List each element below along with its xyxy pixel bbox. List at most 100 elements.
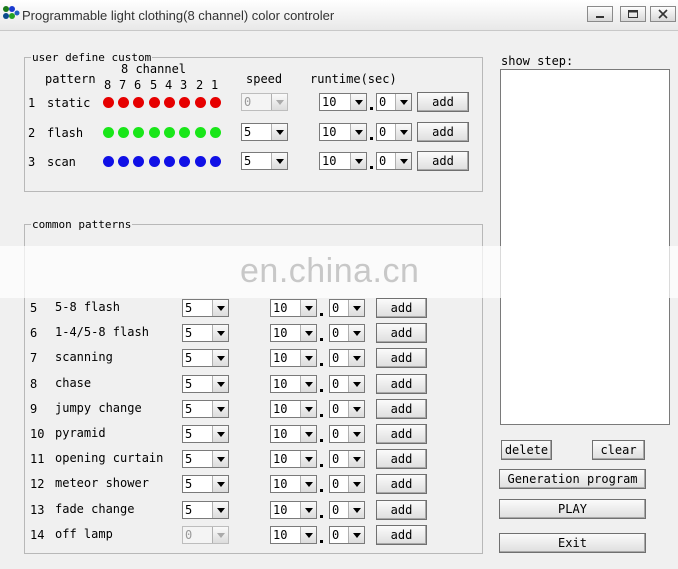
chevron-down-icon[interactable] [395, 94, 411, 110]
play-button[interactable]: PLAY [499, 499, 646, 519]
runtime-select[interactable]: 10 [319, 93, 367, 111]
runtime-decimal-select[interactable]: 0 [376, 93, 412, 111]
chevron-down-icon[interactable] [212, 451, 228, 467]
chevron-down-icon[interactable] [348, 527, 364, 543]
channel-led-toggle[interactable] [133, 97, 144, 108]
channel-led-toggle[interactable] [210, 156, 221, 167]
channel-led-toggle[interactable] [164, 97, 175, 108]
chevron-down-icon[interactable] [350, 94, 366, 110]
speed-select[interactable]: 5 [182, 501, 229, 519]
runtime-select[interactable]: 10 [270, 450, 317, 468]
chevron-down-icon[interactable] [271, 94, 287, 110]
runtime-select[interactable]: 10 [270, 425, 317, 443]
channel-led-toggle[interactable] [118, 156, 129, 167]
add-button[interactable]: add [376, 474, 427, 494]
add-button[interactable]: add [376, 348, 427, 368]
runtime-select[interactable]: 10 [270, 349, 317, 367]
minimize-button[interactable] [587, 6, 613, 22]
channel-led-toggle[interactable] [179, 156, 190, 167]
speed-select[interactable]: 5 [182, 375, 229, 393]
chevron-down-icon[interactable] [300, 527, 316, 543]
chevron-down-icon[interactable] [212, 426, 228, 442]
runtime-decimal-select[interactable]: 0 [329, 501, 365, 519]
add-button[interactable]: add [376, 449, 427, 469]
speed-select[interactable]: 5 [182, 324, 229, 342]
chevron-down-icon[interactable] [300, 426, 316, 442]
runtime-select[interactable]: 10 [319, 152, 367, 170]
channel-led-toggle[interactable] [118, 97, 129, 108]
speed-select[interactable]: 5 [182, 400, 229, 418]
speed-select[interactable]: 5 [182, 349, 229, 367]
chevron-down-icon[interactable] [348, 350, 364, 366]
chevron-down-icon[interactable] [300, 476, 316, 492]
chevron-down-icon[interactable] [212, 476, 228, 492]
chevron-down-icon[interactable] [300, 451, 316, 467]
delete-button[interactable]: delete [501, 440, 552, 460]
runtime-decimal-select[interactable]: 0 [329, 375, 365, 393]
add-button[interactable]: add [417, 151, 469, 171]
title-bar[interactable]: Programmable light clothing(8 channel) c… [0, 0, 678, 31]
exit-button[interactable]: Exit [499, 533, 646, 553]
chevron-down-icon[interactable] [348, 401, 364, 417]
chevron-down-icon[interactable] [348, 476, 364, 492]
runtime-decimal-select[interactable]: 0 [329, 450, 365, 468]
runtime-decimal-select[interactable]: 0 [376, 123, 412, 141]
runtime-select[interactable]: 10 [270, 501, 317, 519]
channel-led-toggle[interactable] [103, 97, 114, 108]
close-button[interactable] [650, 6, 676, 22]
channel-led-toggle[interactable] [179, 127, 190, 138]
channel-led-toggle[interactable] [103, 156, 114, 167]
runtime-select[interactable]: 10 [270, 400, 317, 418]
chevron-down-icon[interactable] [395, 124, 411, 140]
chevron-down-icon[interactable] [348, 325, 364, 341]
add-button[interactable]: add [376, 374, 427, 394]
channel-led-toggle[interactable] [195, 97, 206, 108]
add-button[interactable]: add [376, 525, 427, 545]
add-button[interactable]: add [417, 122, 469, 142]
chevron-down-icon[interactable] [348, 502, 364, 518]
speed-select[interactable]: 5 [241, 152, 288, 170]
chevron-down-icon[interactable] [348, 376, 364, 392]
chevron-down-icon[interactable] [212, 502, 228, 518]
channel-led-toggle[interactable] [195, 156, 206, 167]
runtime-decimal-select[interactable]: 0 [376, 152, 412, 170]
channel-led-toggle[interactable] [133, 127, 144, 138]
generation-program-button[interactable]: Generation program [499, 469, 646, 489]
chevron-down-icon[interactable] [350, 124, 366, 140]
channel-led-toggle[interactable] [164, 127, 175, 138]
channel-led-toggle[interactable] [179, 97, 190, 108]
channel-led-toggle[interactable] [210, 127, 221, 138]
add-button[interactable]: add [376, 298, 427, 318]
runtime-decimal-select[interactable]: 0 [329, 400, 365, 418]
speed-select[interactable]: 0 [182, 526, 229, 544]
runtime-decimal-select[interactable]: 0 [329, 299, 365, 317]
chevron-down-icon[interactable] [212, 527, 228, 543]
speed-select[interactable]: 5 [182, 450, 229, 468]
chevron-down-icon[interactable] [395, 153, 411, 169]
add-button[interactable]: add [376, 399, 427, 419]
channel-led-toggle[interactable] [210, 97, 221, 108]
chevron-down-icon[interactable] [350, 153, 366, 169]
runtime-decimal-select[interactable]: 0 [329, 475, 365, 493]
chevron-down-icon[interactable] [212, 325, 228, 341]
runtime-select[interactable]: 10 [270, 375, 317, 393]
add-button[interactable]: add [417, 92, 469, 112]
chevron-down-icon[interactable] [300, 300, 316, 316]
chevron-down-icon[interactable] [300, 502, 316, 518]
channel-led-toggle[interactable] [133, 156, 144, 167]
channel-led-toggle[interactable] [164, 156, 175, 167]
runtime-select[interactable]: 10 [270, 526, 317, 544]
runtime-select[interactable]: 10 [270, 324, 317, 342]
add-button[interactable]: add [376, 424, 427, 444]
chevron-down-icon[interactable] [212, 300, 228, 316]
chevron-down-icon[interactable] [271, 124, 287, 140]
channel-led-toggle[interactable] [195, 127, 206, 138]
channel-led-toggle[interactable] [118, 127, 129, 138]
speed-select[interactable]: 0 [241, 93, 288, 111]
speed-select[interactable]: 5 [182, 475, 229, 493]
chevron-down-icon[interactable] [348, 300, 364, 316]
chevron-down-icon[interactable] [300, 325, 316, 341]
maximize-button[interactable] [620, 6, 646, 22]
runtime-decimal-select[interactable]: 0 [329, 349, 365, 367]
runtime-select[interactable]: 10 [270, 475, 317, 493]
